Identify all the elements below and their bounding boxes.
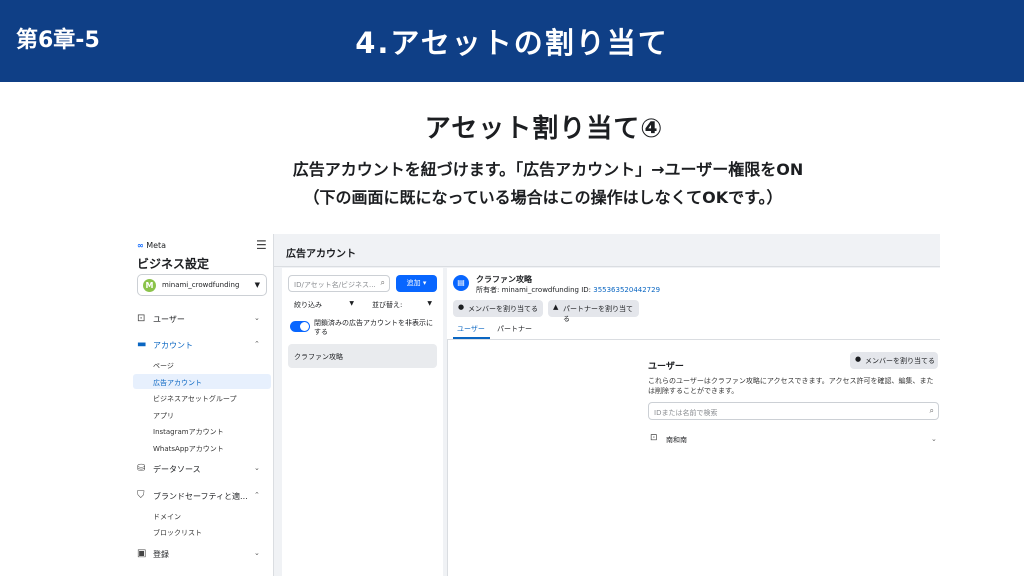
hide-closed-label: 閉鎖済みの広告アカウントを非表示にする [314,319,433,336]
person-icon: ● [855,355,862,363]
divider [447,339,940,340]
users-description: これらのユーザーはクラファン攻略にアクセスできます。アクセス許可を確認、編集、ま… [648,377,934,395]
menu-icon[interactable]: ☰ [256,238,267,252]
person-icon: ● [458,303,465,311]
page-header: 広告アカウント [274,234,940,267]
folder-icon: ▬ [137,339,147,350]
caret-down-icon: ▼ [349,300,354,307]
sidebar-subitem-whatsapp[interactable]: WhatsAppアカウント [133,440,271,455]
header-banner: 第6章-5 4.アセットの割り当て [0,0,1024,82]
page-title: 広告アカウント [286,249,356,260]
sidebar-subitem-instagram[interactable]: Instagramアカウント [133,423,271,438]
datasource-icon: ⛁ [137,463,146,474]
asset-detail-pane: ▤ クラファン攻略 所有者: minami_crowdfunding ID: 3… [447,268,940,576]
chevron-down-icon: ⌄ [254,314,260,322]
asset-id[interactable]: 355363520442729 [593,286,660,294]
sidebar-item-datasources[interactable]: ⛁ データソース ⌄ [129,460,273,478]
asset-owner: 所有者: minami_crowdfunding ID: 35536352044… [476,286,661,294]
sidebar: ∞ Meta ☰ ビジネス設定 M minami_crowdfunding ▼ … [129,234,274,576]
sidebar-item-registration[interactable]: ▣ 登録 ⌄ [129,545,273,563]
asset-name: クラファン攻略 [476,275,532,284]
ad-account-icon: ▤ [453,275,469,291]
sidebar-subitem-domains[interactable]: ドメイン [133,508,271,523]
sidebar-subitem-asset-groups[interactable]: ビジネスアセットグループ [133,390,271,405]
banner-title: 4.アセットの割り当て [355,26,669,60]
chevron-up-icon: ⌃ [254,340,260,348]
sidebar-subitem-blocklists[interactable]: ブロックリスト [133,524,271,539]
business-settings-title: ビジネス設定 [137,257,210,271]
avatar: M [143,279,156,292]
search-input[interactable]: ID/アセット名/ビジネス... ⌕ [288,275,390,292]
assign-member-button[interactable]: ● メンバーを割り当てる [453,300,543,317]
account-selector[interactable]: M minami_crowdfunding ▼ [137,274,267,296]
sidebar-subitem-ad-accounts[interactable]: 広告アカウント [133,374,271,389]
account-name: minami_crowdfunding [162,281,240,289]
users-icon: ⊡ [137,313,146,324]
tab-partners[interactable]: パートナー [497,324,532,334]
chevron-down-icon[interactable]: ⌄ [931,435,937,443]
chevron-up-icon: ⌃ [254,491,260,499]
hide-closed-toggle[interactable] [290,321,310,332]
user-icon: ⊡ [650,433,658,443]
caret-down-icon: ▼ [254,281,260,289]
user-name[interactable]: 南和南 [666,435,687,445]
tab-users[interactable]: ユーザー [457,324,485,334]
filter-dropdown[interactable]: 絞り込み ▼ [288,297,358,312]
sidebar-subitem-pages[interactable]: ページ [133,357,271,372]
chevron-down-icon: ⌄ [254,464,260,472]
chevron-down-icon: ⌄ [254,549,260,557]
search-icon: ⌕ [929,406,934,415]
add-button[interactable]: 追加 ▾ [396,275,437,292]
sort-dropdown[interactable]: 並び替え: ▼ [366,297,436,312]
slide-heading: アセット割り当て④ [424,114,664,144]
assign-partner-button[interactable]: ▲ パートナーを割り当てる [548,300,639,323]
list-item[interactable]: クラファン攻略 [288,344,437,368]
user-search-input[interactable]: IDまたは名前で検索 ⌕ [648,402,939,420]
registration-icon: ▣ [137,548,147,559]
divider [447,340,448,576]
sidebar-item-brandsafety[interactable]: ⛉ ブランドセーフティと適... ⌃ [129,487,273,505]
briefcase-icon: ▲ [553,303,559,311]
sidebar-item-users[interactable]: ⊡ ユーザー ⌄ [129,310,273,328]
meta-logo: ∞ Meta [137,241,167,250]
sidebar-item-accounts[interactable]: ▬ アカウント ⌃ [129,336,273,354]
business-settings-screenshot: ∞ Meta ☰ ビジネス設定 M minami_crowdfunding ▼ … [129,234,940,576]
instruction-line-2: （下の画面に既になっている場合はこの操作はしなくてOKです。） [303,188,783,207]
caret-down-icon: ▼ [427,300,432,307]
instruction-line-1: 広告アカウントを紐づけます。「広告アカウント」→ユーザー権限をON [292,160,804,179]
sidebar-subitem-apps[interactable]: アプリ [133,407,271,422]
users-assign-member-button[interactable]: ● メンバーを割り当てる [850,352,938,369]
meta-infinity-icon: ∞ [137,241,144,250]
users-section-title: ユーザー [648,362,684,372]
shield-icon: ⛉ [137,490,145,501]
asset-list-pane: ID/アセット名/ビジネス... ⌕ 追加 ▾ 絞り込み ▼ 並び替え: ▼ 閉… [282,268,443,576]
search-icon: ⌕ [380,278,385,287]
